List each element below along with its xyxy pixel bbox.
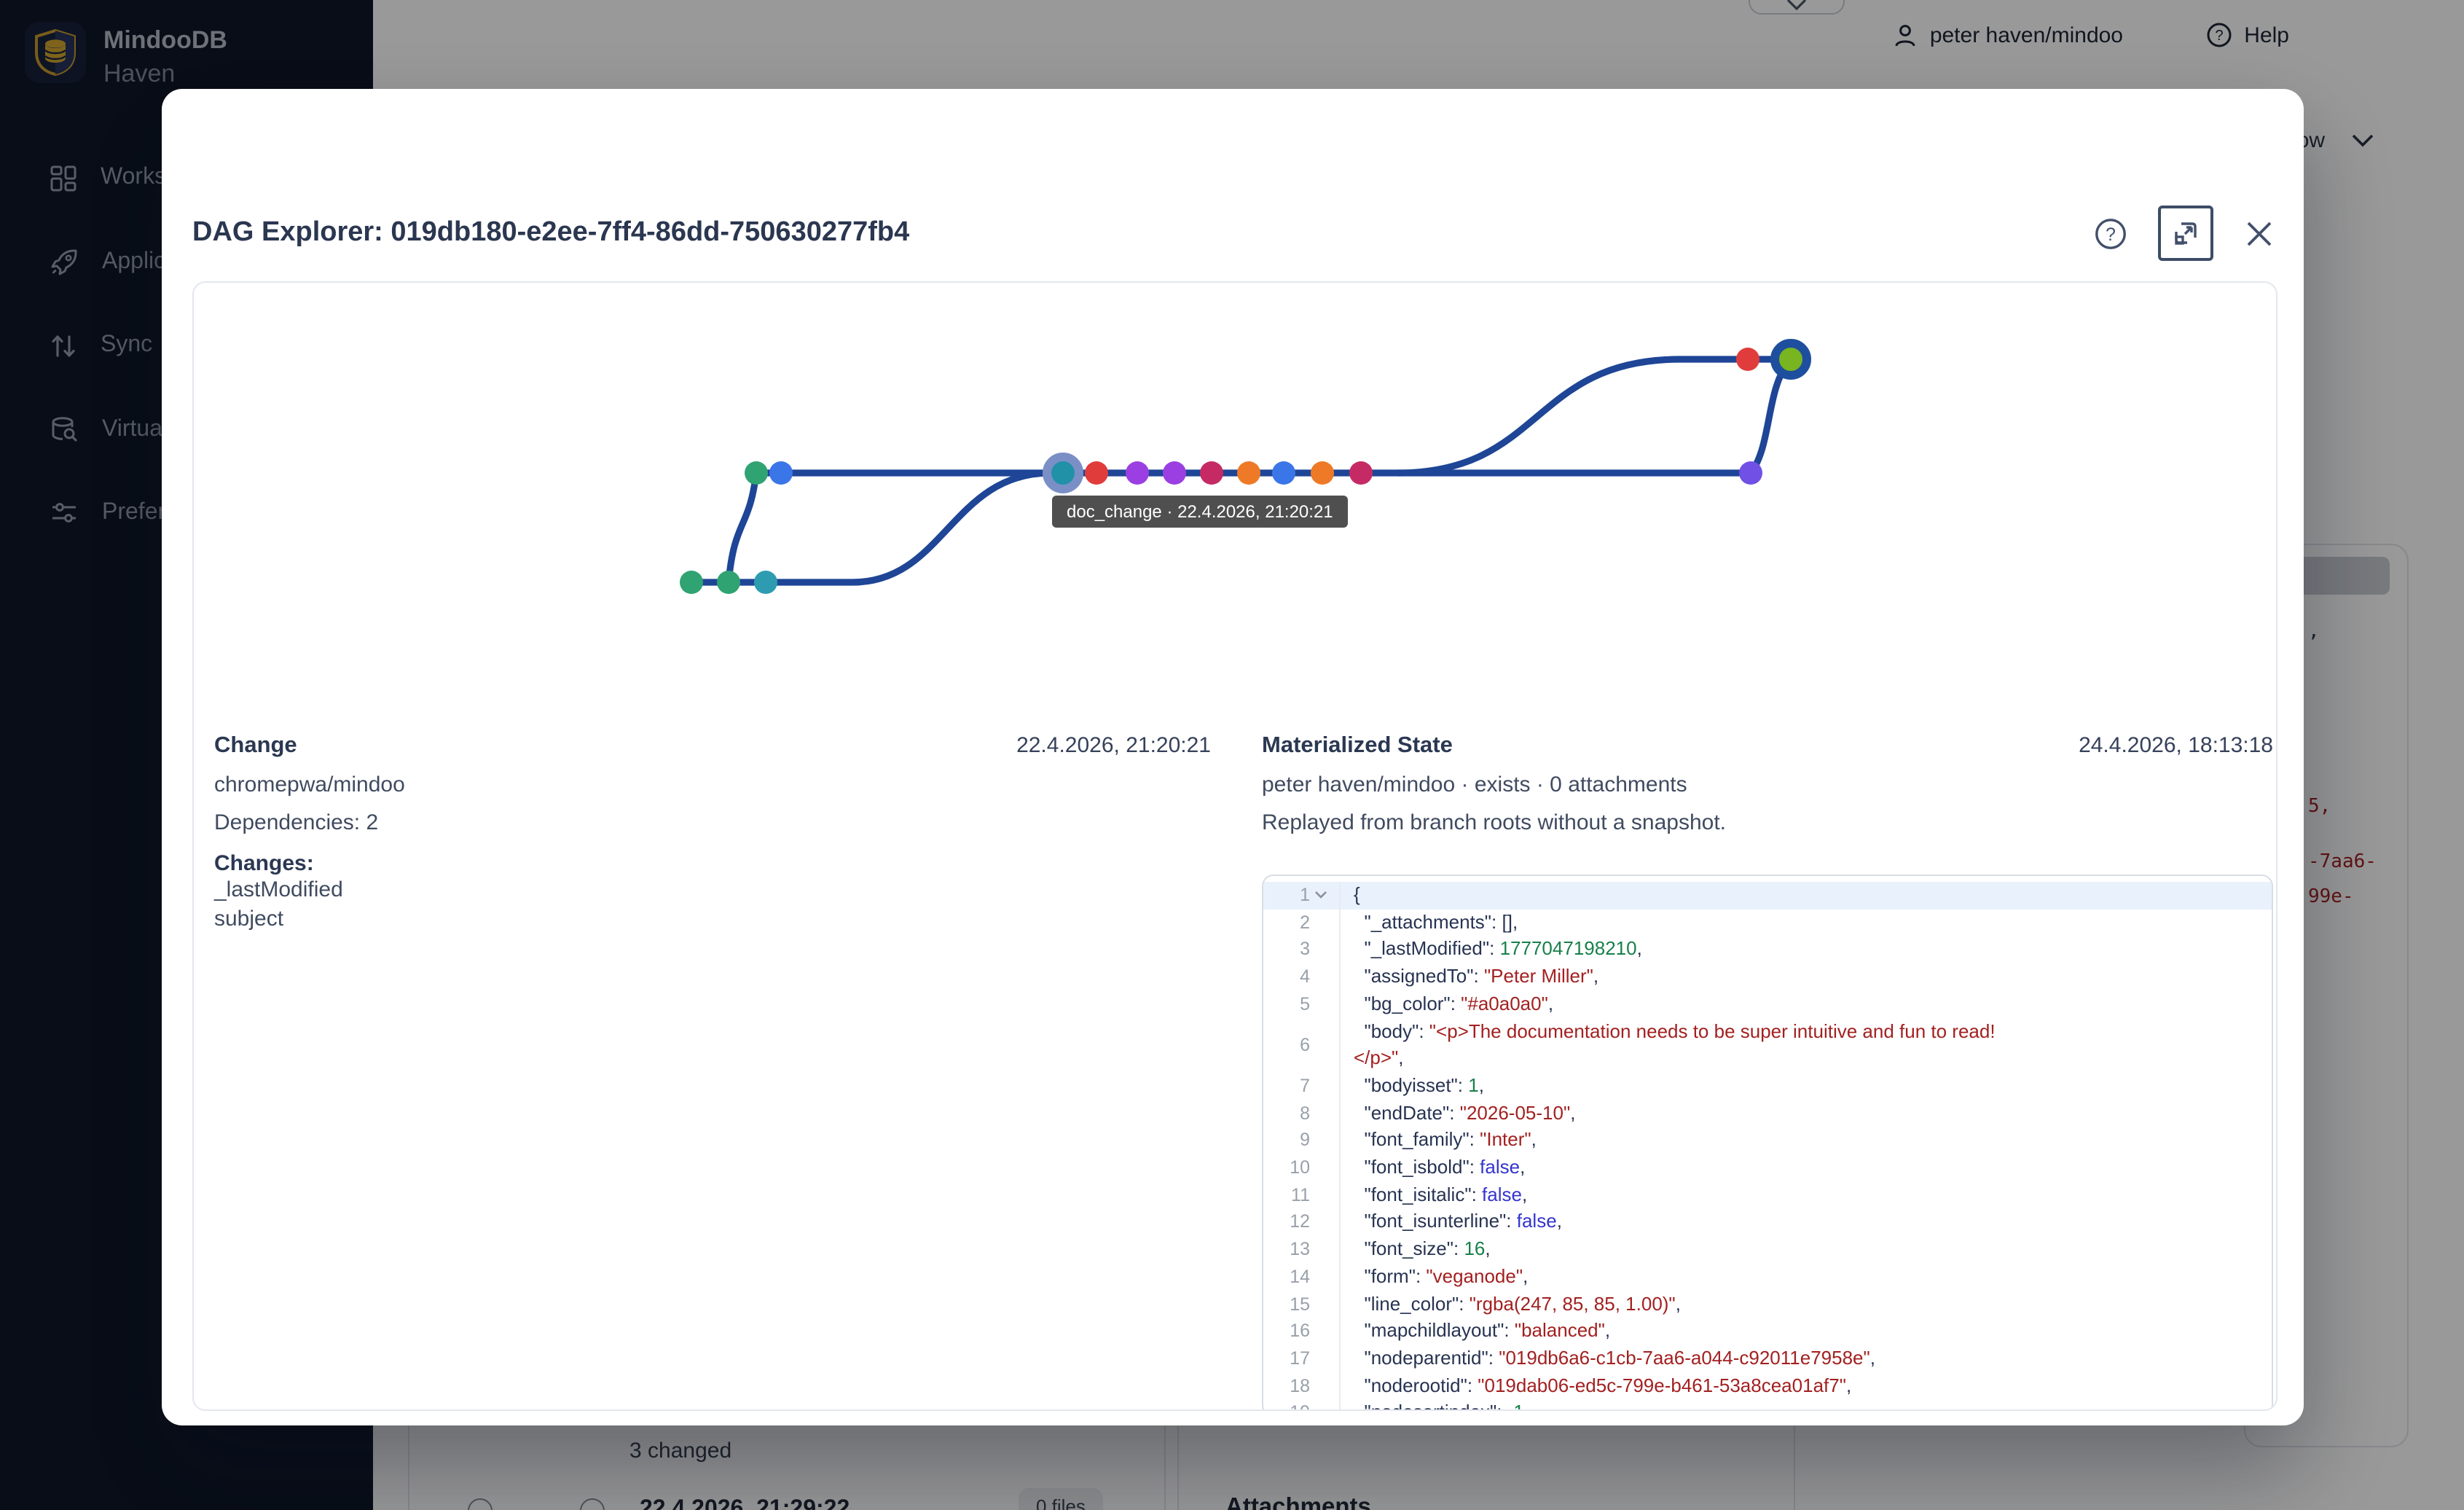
line-number: 6 [1300, 1032, 1310, 1059]
code-line: 19 "nodesortindex": -1, [1263, 1400, 2272, 1411]
change-timestamp: 22.4.2026, 21:20:21 [1016, 733, 1211, 758]
dag-node-change[interactable] [1311, 461, 1334, 485]
change-section: Change 22.4.2026, 21:20:21 chromepwa/min… [214, 733, 1211, 933]
code-line: 15 "line_color": "rgba(247, 85, 85, 1.00… [1263, 1291, 2272, 1318]
line-number: 2 [1300, 909, 1310, 936]
code-line: 18 "noderootid": "019dab06-ed5c-799e-b46… [1263, 1372, 2272, 1399]
line-number: 5 [1300, 991, 1310, 1018]
dag-edge [691, 473, 1051, 582]
code-line: 1{ [1263, 882, 2272, 909]
line-number: 7 [1300, 1073, 1310, 1100]
line-number: 10 [1290, 1154, 1310, 1181]
materialized-heading: Materialized State [1262, 733, 1453, 759]
line-number: 1 [1300, 882, 1310, 909]
dag-node-change[interactable] [1272, 461, 1295, 485]
change-dependencies: Dependencies: 2 [214, 810, 1211, 835]
code-line: 17 "nodeparentid": "019db6a6-c1cb-7aa6-a… [1263, 1345, 2272, 1372]
expand-icon [2171, 219, 2200, 248]
line-number: 17 [1290, 1345, 1310, 1372]
changed-field: _lastModified [214, 876, 1211, 904]
dag-node-change[interactable] [717, 571, 740, 594]
dag-node-snapshot[interactable] [1775, 343, 1807, 375]
dag-panel: doc_change · 22.4.2026, 21:20:21 Change … [192, 281, 2277, 1411]
code-line: 16 "mapchildlayout": "balanced", [1263, 1318, 2272, 1345]
changed-field: subject [214, 904, 1211, 933]
code-line: 6 "body": "<p>The documentation needs to… [1263, 1018, 2272, 1073]
materialized-timestamp: 24.4.2026, 18:13:18 [2079, 733, 2273, 758]
change-heading: Change [214, 733, 297, 759]
line-number: 13 [1290, 1236, 1310, 1263]
dag-explorer-modal: DAG Explorer: 019db180-e2ee-7ff4-86dd-75… [162, 89, 2304, 1425]
line-number: 16 [1290, 1318, 1310, 1345]
materialized-note: Replayed from branch roots without a sna… [1262, 810, 2273, 835]
code-line: 4 "assignedTo": "Peter Miller", [1263, 963, 2272, 990]
dag-node-selected[interactable] [1047, 457, 1079, 489]
dag-node-change[interactable] [769, 461, 793, 485]
dag-node-change[interactable] [754, 571, 777, 594]
code-line: 12 "font_isunterline": false, [1263, 1209, 2272, 1236]
code-line: 11 "font_isitalic": false, [1263, 1181, 2272, 1208]
code-line: 13 "font_size": 16, [1263, 1236, 2272, 1263]
dag-node-change[interactable] [1200, 461, 1223, 485]
code-line: 14 "form": "veganode", [1263, 1264, 2272, 1291]
change-source: chromepwa/mindoo [214, 772, 1211, 797]
json-code-viewer[interactable]: 1{2 "_attachments": [],3 "_lastModified"… [1262, 875, 2273, 1411]
line-number: 4 [1300, 963, 1310, 990]
dag-node-change[interactable] [1237, 461, 1260, 485]
code-line: 7 "bodyisset": 1, [1263, 1073, 2272, 1100]
dag-edge [1397, 359, 1791, 473]
line-number: 11 [1291, 1181, 1310, 1208]
materialized-state-section: Materialized State 24.4.2026, 18:13:18 p… [1262, 733, 2273, 835]
help-circle-icon[interactable]: ? [2094, 216, 2127, 250]
code-line: 3 "_lastModified": 1777047198210, [1263, 936, 2272, 963]
modal-title: DAG Explorer: 019db180-e2ee-7ff4-86dd-75… [192, 217, 909, 249]
dag-node-change[interactable] [1349, 461, 1373, 485]
close-icon[interactable] [2244, 218, 2275, 249]
line-number: 9 [1300, 1127, 1310, 1154]
line-number: 14 [1290, 1264, 1310, 1291]
materialized-summary: peter haven/mindoo · exists · 0 attachme… [1262, 772, 2273, 797]
changes-heading: Changes: [214, 851, 1211, 876]
expand-fullscreen-button[interactable] [2158, 206, 2213, 261]
line-number: 15 [1290, 1291, 1310, 1318]
node-tooltip: doc_change · 22.4.2026, 21:20:21 [1052, 496, 1348, 528]
dag-graph: doc_change · 22.4.2026, 21:20:21 [194, 283, 2277, 720]
code-line: 9 "font_family": "Inter", [1263, 1127, 2272, 1154]
dag-node-change[interactable] [680, 571, 703, 594]
code-line: 8 "endDate": "2026-05-10", [1263, 1100, 2272, 1127]
line-number: 8 [1300, 1100, 1310, 1127]
fold-caret-icon[interactable] [1310, 891, 1330, 900]
svg-text:?: ? [2106, 224, 2116, 244]
line-number: 12 [1290, 1209, 1310, 1236]
line-number: 19 [1290, 1400, 1310, 1411]
dag-node-change[interactable] [1163, 461, 1186, 485]
code-line: 5 "bg_color": "#a0a0a0", [1263, 991, 2272, 1018]
line-number: 18 [1290, 1372, 1310, 1399]
dag-node-change[interactable] [1736, 348, 1759, 371]
dag-node-change[interactable] [745, 461, 768, 485]
dag-node-change[interactable] [1085, 461, 1108, 485]
code-line: 10 "font_isbold": false, [1263, 1154, 2272, 1181]
line-number: 3 [1300, 936, 1310, 963]
dag-edge [729, 473, 756, 582]
dag-node-change[interactable] [1739, 461, 1762, 485]
dag-node-change[interactable] [1126, 461, 1149, 485]
code-line: 2 "_attachments": [], [1263, 909, 2272, 936]
